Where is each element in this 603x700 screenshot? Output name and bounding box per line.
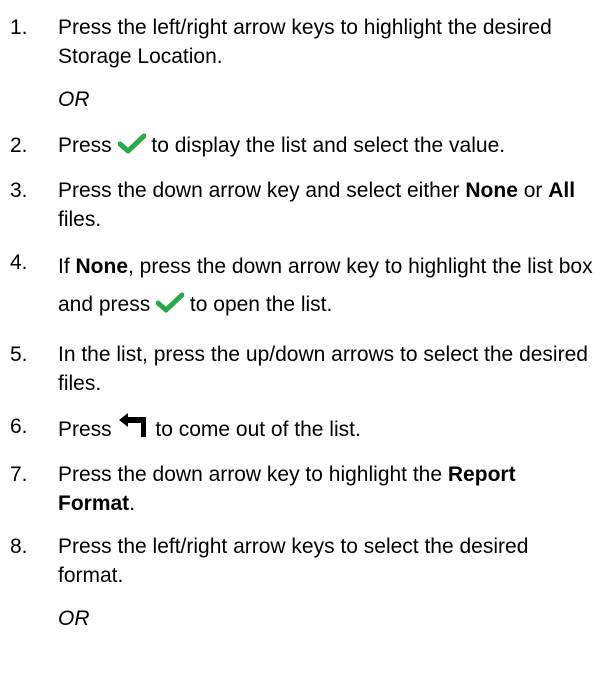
step-text-after: to open the list. [189, 293, 333, 316]
check-icon [117, 133, 147, 162]
step-number: 1. [10, 16, 28, 39]
step-text-after: files. [58, 208, 102, 231]
step-text: In the list, press the up/down arrows to… [58, 343, 588, 395]
step-number: 8. [10, 535, 28, 558]
return-arrow-icon-svg [118, 413, 146, 437]
step-8: 8. Press the left/right arrow keys to se… [10, 532, 595, 590]
step-number: 5. [10, 343, 28, 366]
step-text: Press to display the list and select the… [58, 131, 595, 162]
emphasis-none: None [465, 179, 518, 202]
or-label: OR [58, 88, 90, 111]
emphasis-all: All [548, 179, 576, 202]
step-number: 7. [10, 463, 28, 486]
step-number: 4. [10, 251, 28, 274]
emphasis-none: None [75, 255, 129, 278]
step-7: 7. Press the down arrow key to highlight… [10, 460, 595, 518]
step-6: 6. Press to come out of the list. [10, 412, 595, 446]
step-text-after: to display the list and select the value… [151, 134, 506, 157]
step-text-before: Press the down arrow key and select eith… [58, 179, 460, 202]
step-text-after: to come out of the list. [155, 418, 361, 441]
step-text: Press the left/right arrow keys to selec… [58, 535, 529, 587]
step-number: 2. [10, 134, 28, 157]
step-1: 1. Press the left/right arrow keys to hi… [10, 13, 595, 71]
step-number: 3. [10, 179, 28, 202]
step-text: Press the down arrow key and select eith… [58, 176, 595, 234]
step-text-before: Press [58, 418, 112, 441]
step-text: Press the left/right arrow keys to highl… [58, 16, 552, 68]
check-icon-svg [155, 292, 185, 313]
return-arrow-icon [118, 412, 150, 446]
check-icon-svg [117, 133, 147, 154]
step-text: Press the down arrow key to highlight th… [58, 460, 595, 518]
step-text: Press to come out of the list. [58, 412, 595, 446]
or-label: OR [58, 607, 90, 630]
step-4: 4. If None, press the down arrow key to … [10, 248, 595, 326]
step-2: 2. Press to display the list and select … [10, 131, 595, 162]
step-5: 5. In the list, press the up/down arrows… [10, 340, 595, 398]
step-text-before: If [58, 255, 70, 278]
step-3: 3. Press the down arrow key and select e… [10, 176, 595, 234]
check-icon [155, 288, 185, 326]
step-text-mid: or [523, 179, 543, 202]
step-text-before: Press [58, 134, 112, 157]
step-text-after: . [129, 492, 136, 515]
step-number: 6. [10, 415, 28, 438]
instruction-page: 1. Press the left/right arrow keys to hi… [0, 0, 603, 700]
step-text: If None, press the down arrow key to hig… [58, 248, 595, 326]
step-text-before: Press the down arrow key to highlight th… [58, 463, 443, 486]
